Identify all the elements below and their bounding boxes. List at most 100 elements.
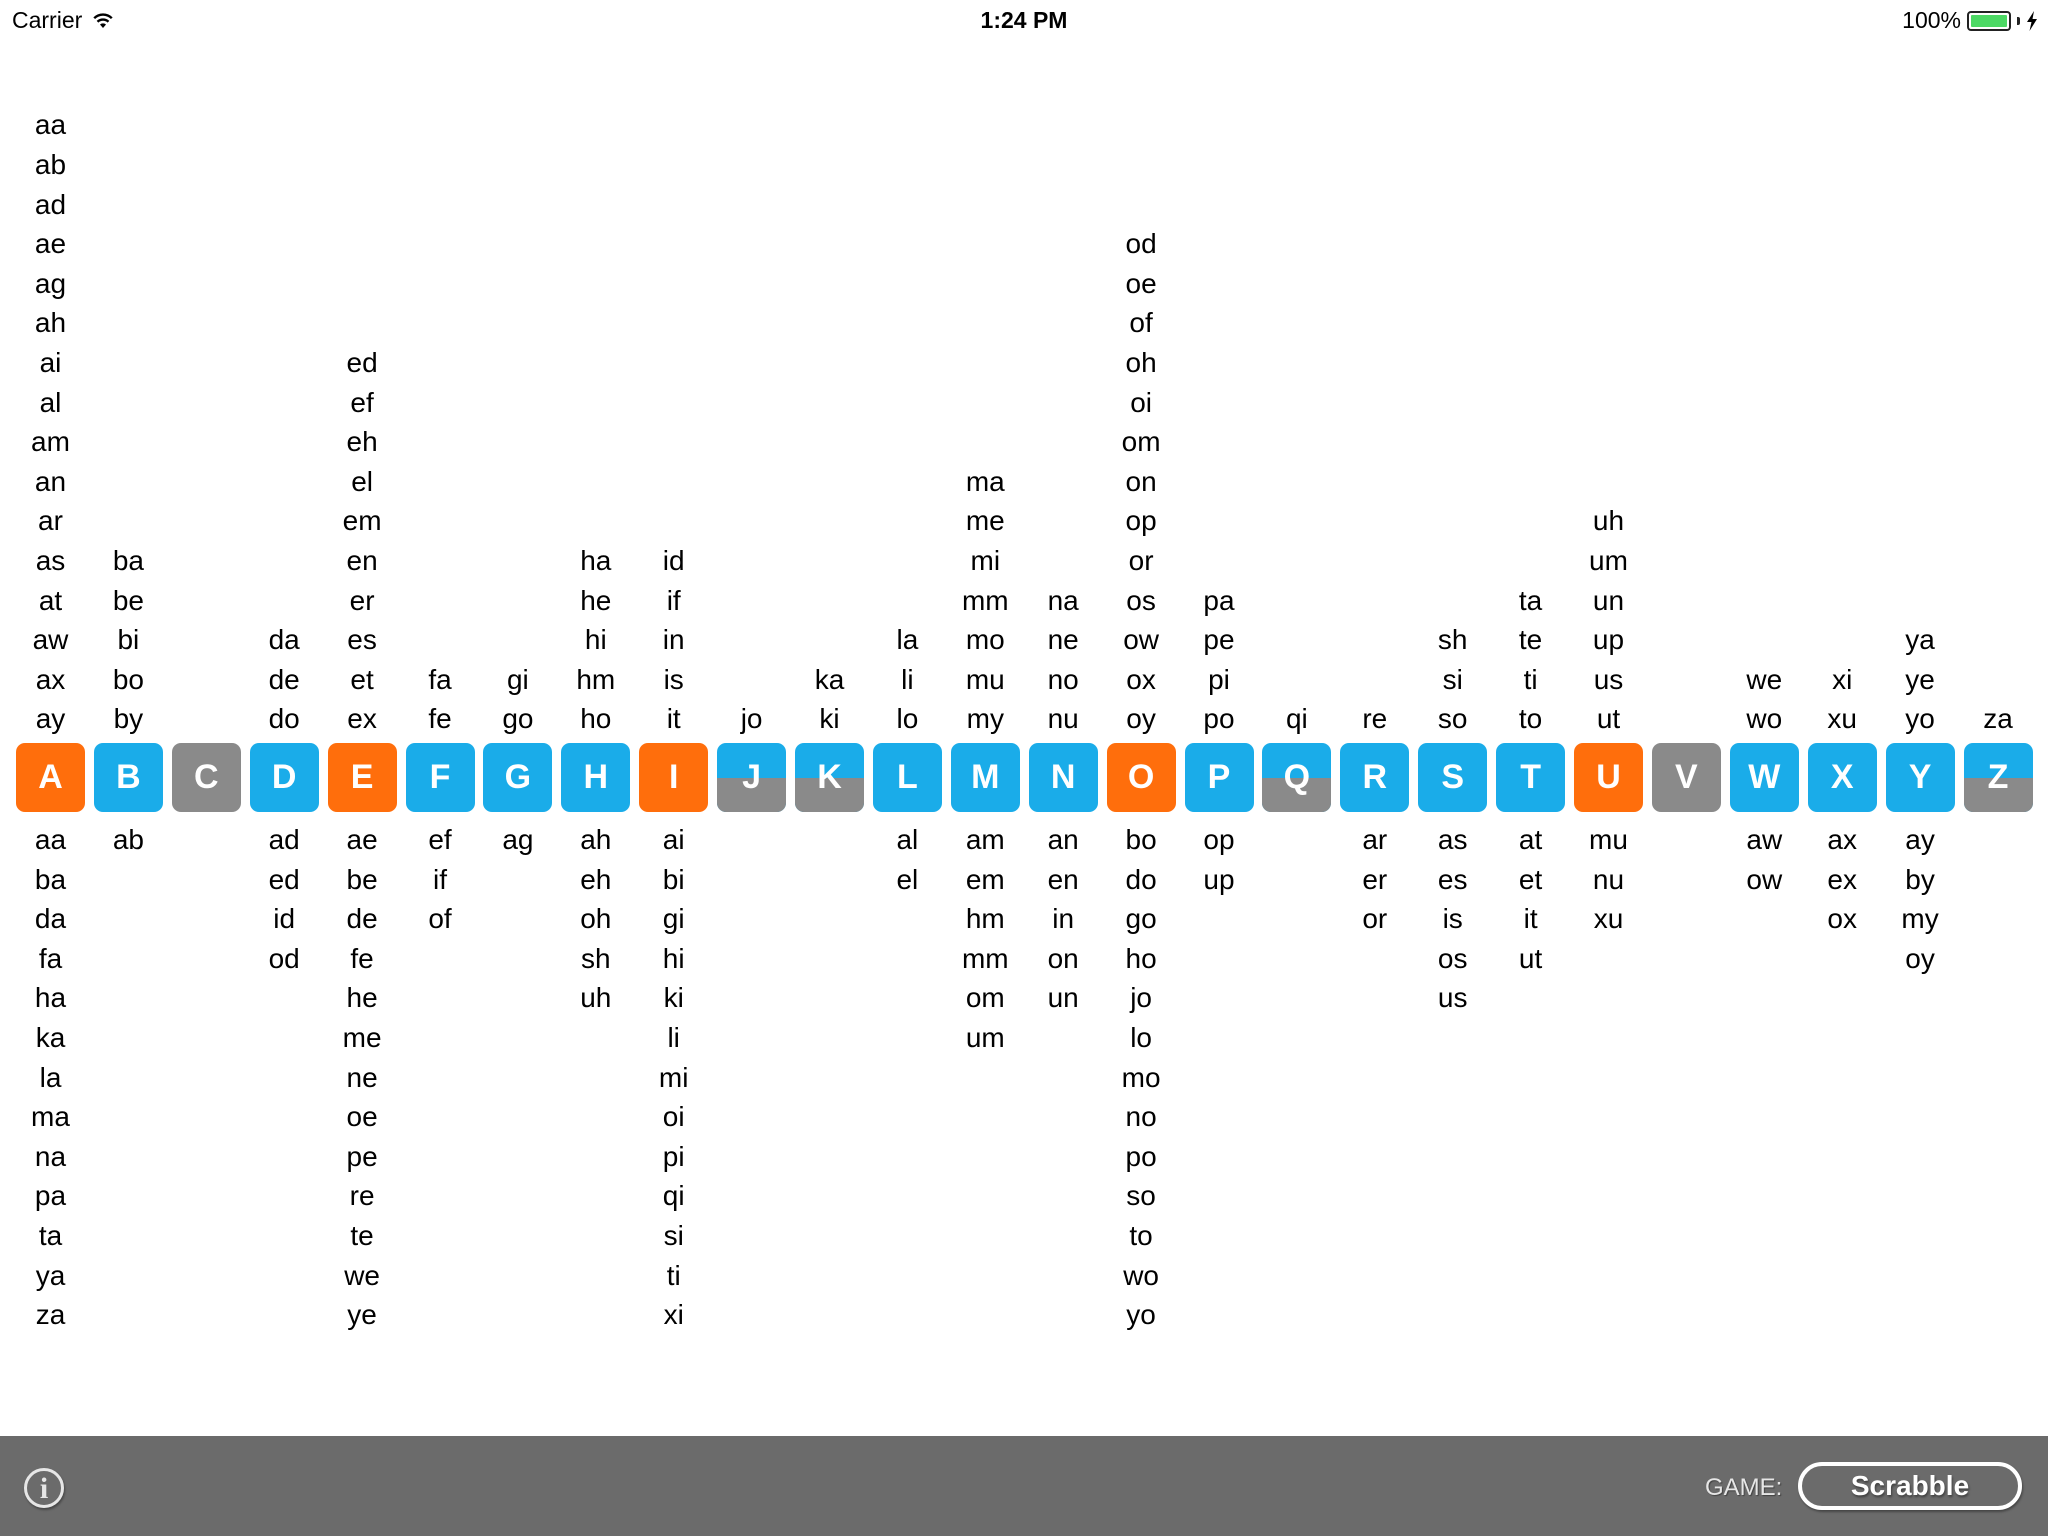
bottom-toolbar: i GAME: Scrabble <box>0 1436 2048 1536</box>
word-item: fa <box>38 942 63 974</box>
starts-with-column-z: za <box>1959 699 2037 739</box>
word-item: ka <box>35 1021 66 1053</box>
letter-tile-y[interactable]: Y <box>1885 743 1955 812</box>
tile-letter: X <box>1830 758 1854 796</box>
word-item: as <box>1437 824 1468 855</box>
word-item: li <box>667 1021 680 1053</box>
word-item: em <box>342 505 382 537</box>
tile-letter: U <box>1596 758 1621 796</box>
word-item: oy <box>1905 942 1935 974</box>
word-item: by <box>113 703 144 735</box>
ends-with-column-x: ax ex ox <box>1803 820 1881 939</box>
letter-tile-b[interactable]: B <box>93 743 163 812</box>
letter-tile-s[interactable]: S <box>1418 743 1488 812</box>
letter-tile-f[interactable]: F <box>405 743 475 812</box>
word-item: jo <box>1130 982 1152 1014</box>
letter-tile-z[interactable]: Z <box>1963 743 2033 812</box>
letter-tile-w[interactable]: W <box>1729 743 1799 812</box>
word-item: uh <box>1592 505 1625 537</box>
letter-tile-u[interactable]: U <box>1574 743 1643 812</box>
word-item: er <box>349 584 375 616</box>
letter-tile-r[interactable]: R <box>1340 743 1410 812</box>
battery-fill <box>1971 14 2007 27</box>
word-item: it <box>1523 903 1538 935</box>
word-item: qi <box>1285 703 1308 735</box>
ends-with-column-a: aa ba da fa ha ka la ma na pa ta ya za <box>12 820 90 1335</box>
word-item: qi <box>662 1180 685 1212</box>
word-item: ax <box>35 663 66 695</box>
charging-bolt-icon <box>2027 10 2037 31</box>
letter-tile-h[interactable]: H <box>561 743 631 812</box>
letter-tile-d[interactable]: D <box>249 743 319 812</box>
tile-letter: Y <box>1908 758 1932 796</box>
ends-with-column-u: mu nu xu <box>1570 820 1648 939</box>
word-item: as <box>35 544 66 576</box>
word-item: de <box>346 903 378 935</box>
word-item: ya <box>1905 624 1935 656</box>
word-item: jo <box>740 703 763 735</box>
letter-tile-o[interactable]: O <box>1106 743 1176 812</box>
starts-with-column-y: ya ye yo <box>1881 620 1959 739</box>
word-item: wo <box>1123 1259 1159 1291</box>
letter-tile-q[interactable]: Q <box>1262 743 1332 812</box>
word-item: is <box>663 663 684 695</box>
word-item: pa <box>34 1180 67 1212</box>
letter-tile-p[interactable]: P <box>1184 743 1254 812</box>
letter-tile-i[interactable]: I <box>639 743 709 812</box>
word-item: oh <box>1125 346 1157 378</box>
word-item: od <box>268 942 300 974</box>
word-item: ho <box>1125 942 1157 974</box>
starts-with-column-d: da de do <box>245 620 323 739</box>
word-item: ki <box>663 982 684 1014</box>
info-icon[interactable]: i <box>24 1468 64 1508</box>
word-item: oy <box>1126 703 1156 735</box>
word-item: bo <box>1125 824 1157 855</box>
word-item: um <box>1589 544 1628 576</box>
letter-tile-j[interactable]: J <box>717 743 787 812</box>
word-item: ow <box>1123 624 1159 656</box>
word-item: en <box>1047 863 1079 895</box>
letter-tile-c[interactable]: C <box>171 743 241 812</box>
word-item: la <box>39 1061 62 1093</box>
word-item: on <box>1125 465 1157 497</box>
word-item: xi <box>663 1299 684 1331</box>
word-item: ay <box>1905 824 1935 855</box>
word-item: ma <box>965 465 1005 497</box>
word-item: ma <box>31 1101 70 1133</box>
word-item: ki <box>819 703 840 735</box>
word-item: oi <box>662 1101 685 1133</box>
word-item: na <box>1047 584 1079 616</box>
tile-letter: T <box>1520 758 1541 796</box>
letter-tile-m[interactable]: M <box>950 743 1020 812</box>
word-item: my <box>1901 903 1939 935</box>
word-item: da <box>34 903 67 935</box>
letter-tile-k[interactable]: K <box>795 743 864 812</box>
starts-with-column-u: uh um un up us ut <box>1570 501 1648 739</box>
word-item: ne <box>1047 624 1079 656</box>
game-select-button[interactable]: Scrabble <box>1798 1462 2022 1510</box>
word-item: aa <box>34 109 67 141</box>
word-item: ed <box>346 347 378 378</box>
letter-tile-t[interactable]: T <box>1496 743 1566 812</box>
word-item: to <box>1518 703 1543 735</box>
letter-tile-e[interactable]: E <box>327 743 397 812</box>
word-item: an <box>1047 824 1079 855</box>
word-item: gi <box>506 663 529 695</box>
word-item: ex <box>347 703 377 735</box>
word-item: aw <box>32 624 69 656</box>
letter-tile-n[interactable]: N <box>1028 743 1098 812</box>
word-item: po <box>1203 703 1235 735</box>
word-item: mm <box>961 584 1009 616</box>
letter-tile-x[interactable]: X <box>1807 743 1877 812</box>
word-item: ad <box>34 188 67 220</box>
letter-tile-v[interactable]: V <box>1651 743 1721 812</box>
word-item: ex <box>1827 863 1857 895</box>
letter-tile-a[interactable]: A <box>16 743 85 812</box>
word-item: oe <box>1125 267 1157 299</box>
word-item: um <box>965 1021 1005 1053</box>
word-item: us <box>1437 982 1468 1014</box>
letter-tile-g[interactable]: G <box>483 743 553 812</box>
word-item: de <box>268 663 300 695</box>
word-item: oe <box>346 1101 378 1133</box>
letter-tile-l[interactable]: L <box>872 743 942 812</box>
